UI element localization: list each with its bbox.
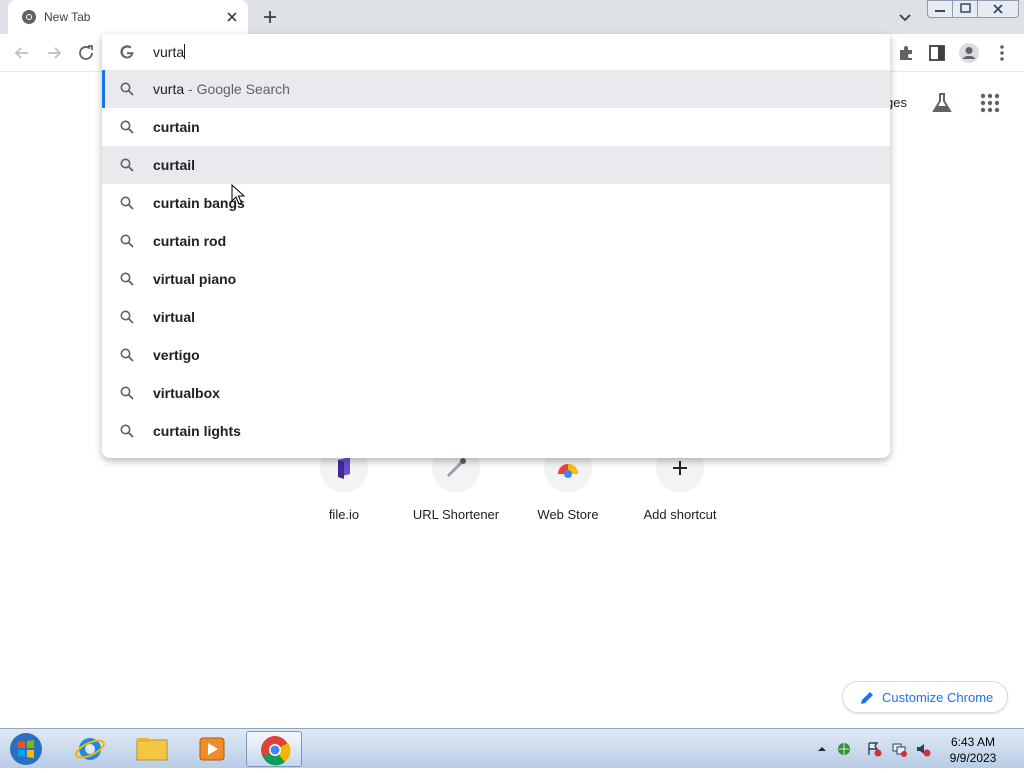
- profile-icon[interactable]: [958, 42, 980, 64]
- suggestion-row[interactable]: curtain rod: [102, 222, 890, 260]
- minimize-button[interactable]: [927, 0, 953, 18]
- chrome-icon: [261, 736, 291, 766]
- arrow-right-icon[interactable]: [43, 42, 65, 64]
- extensions-icon[interactable]: [895, 42, 917, 64]
- search-icon: [120, 120, 134, 134]
- suggestion-row[interactable]: vurta - Google Search: [102, 70, 890, 108]
- google-icon: [120, 45, 134, 59]
- taskbar-chrome[interactable]: [246, 731, 302, 767]
- search-icon: [120, 272, 134, 286]
- shortcut-label: URL Shortener: [412, 507, 500, 522]
- suggestion-row[interactable]: curtail: [102, 146, 890, 184]
- side-panel-icon[interactable]: [926, 42, 948, 64]
- search-icon: [120, 82, 134, 96]
- minimize-icon: [935, 10, 945, 12]
- customize-label: Customize Chrome: [882, 690, 994, 705]
- search-icon: [120, 196, 134, 210]
- tab-strip: New Tab: [0, 0, 1024, 34]
- chevron-down-icon[interactable]: [896, 8, 914, 26]
- taskbar: 6:43 AM 9/9/2023: [0, 728, 1024, 768]
- media-player-icon: [199, 737, 225, 761]
- suggestion-row[interactable]: curtain bangs: [102, 184, 890, 222]
- maximize-icon: [960, 3, 971, 13]
- search-icon: [120, 158, 134, 172]
- close-icon: [993, 4, 1003, 14]
- menu-icon[interactable]: [991, 42, 1013, 64]
- shortcut-label: Add shortcut: [643, 507, 717, 522]
- show-hidden-icons-icon[interactable]: [814, 741, 830, 757]
- suggestion-text: curtail: [153, 157, 196, 173]
- labs-icon[interactable]: [930, 91, 954, 115]
- apps-icon[interactable]: [979, 92, 1001, 114]
- search-icon: [120, 310, 134, 324]
- close-icon[interactable]: [223, 8, 241, 26]
- search-icon: [120, 234, 134, 248]
- suggestion-text: virtual piano: [153, 271, 237, 287]
- taskbar-media-player[interactable]: [184, 731, 240, 767]
- maximize-button[interactable]: [952, 0, 978, 18]
- omnibox-dropdown: vurta vurta - Google Search curtain curt…: [102, 34, 890, 458]
- suggestion-text: vertigo: [153, 347, 200, 363]
- suggestion-row[interactable]: curtain lights: [102, 412, 890, 450]
- suggestion-row[interactable]: virtual: [102, 298, 890, 336]
- search-icon: [120, 348, 134, 362]
- volume-muted-icon[interactable]: [915, 741, 931, 757]
- action-center-alert-icon[interactable]: [866, 741, 882, 757]
- search-icon: [120, 424, 134, 438]
- suggestion-text: virtualbox: [153, 385, 220, 401]
- internet-explorer-icon: [75, 738, 105, 760]
- chrome-icon: [22, 10, 36, 24]
- network-icon[interactable]: [891, 741, 907, 757]
- clock-date: 9/9/2023: [949, 751, 997, 765]
- shortcut-label: Web Store: [537, 507, 599, 522]
- suggestion-row[interactable]: virtualbox: [102, 374, 890, 412]
- clock-time: 6:43 AM: [950, 735, 996, 749]
- omnibox-input[interactable]: vurta: [153, 44, 186, 60]
- clock[interactable]: 6:43 AM 9/9/2023: [940, 734, 1006, 766]
- suggestion-text: vurta - Google Search: [153, 81, 290, 97]
- suggestion-row[interactable]: vertigo: [102, 336, 890, 374]
- suggestion-row[interactable]: virtual piano: [102, 260, 890, 298]
- mouse-cursor-icon: [231, 184, 245, 205]
- suggestion-text: curtain rod: [153, 233, 227, 249]
- file-explorer-icon: [136, 738, 168, 761]
- arrow-left-icon[interactable]: [11, 42, 33, 64]
- window-close-button[interactable]: [977, 0, 1019, 18]
- window-controls: [927, 0, 1019, 18]
- tab-title: New Tab: [44, 10, 91, 24]
- customize-chrome-button[interactable]: Customize Chrome: [842, 681, 1008, 713]
- suggestion-text: curtain lights: [153, 423, 241, 439]
- suggestion-text: curtain: [153, 119, 200, 135]
- taskbar-file-explorer[interactable]: [124, 731, 180, 767]
- plus-icon[interactable]: [260, 7, 280, 27]
- pencil-icon: [861, 692, 873, 704]
- search-icon: [120, 386, 134, 400]
- taskbar-internet-explorer[interactable]: [62, 731, 118, 767]
- start-button[interactable]: [7, 731, 45, 767]
- suggestion-text: virtual: [153, 309, 196, 325]
- network-globe-icon[interactable]: [836, 741, 852, 757]
- suggestion-suffix: - Google Search: [184, 81, 290, 97]
- omnibox[interactable]: vurta: [102, 34, 890, 70]
- selection-indicator: [102, 70, 105, 108]
- suggestion-row[interactable]: curtain: [102, 108, 890, 146]
- reload-icon[interactable]: [75, 42, 97, 64]
- shortcut-label: file.io: [328, 507, 360, 522]
- text-caret: [184, 44, 186, 59]
- tab-new-tab[interactable]: New Tab: [8, 0, 248, 34]
